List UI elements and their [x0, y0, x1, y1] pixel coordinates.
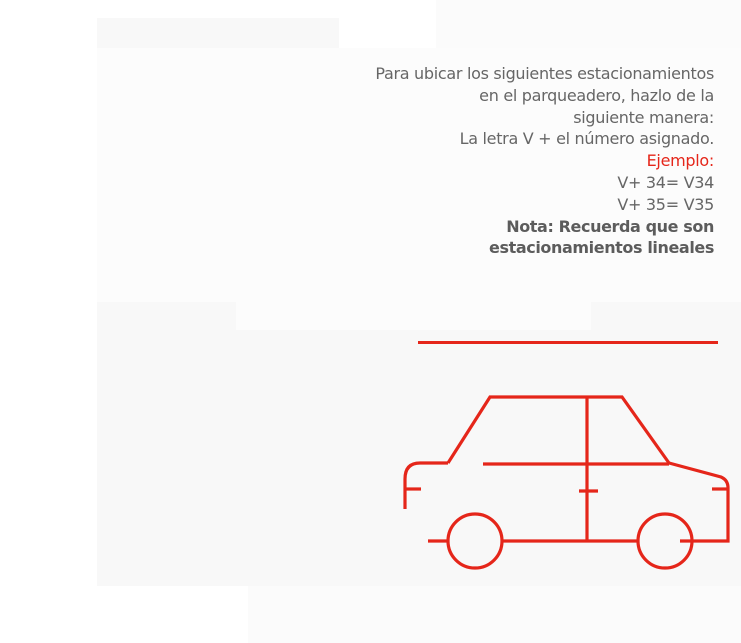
car-icon — [403, 395, 730, 570]
note-line: estacionamientos lineales — [489, 238, 714, 258]
instruction-line: en el parqueadero, hazlo de la — [479, 85, 714, 105]
background-panel — [236, 302, 591, 330]
instruction-line: siguiente manera: — [573, 107, 714, 127]
instruction-line: La letra V + el número asignado. — [459, 129, 715, 149]
example-line: V+ 34= V34 — [617, 172, 714, 192]
example-line: V+ 35= V35 — [617, 194, 714, 214]
background-panel — [436, 0, 741, 48]
parking-instructions: Para ubicar los siguientes estacionamien… — [274, 63, 714, 259]
note-line: Nota: Recuerda que son — [506, 216, 714, 236]
background-panel — [248, 586, 741, 643]
instruction-line: Para ubicar los siguientes estacionamien… — [375, 64, 714, 83]
instruction-card: Para ubicar los siguientes estacionamien… — [0, 0, 741, 643]
example-label: Ejemplo: — [646, 151, 715, 171]
divider-line — [418, 341, 718, 344]
background-panel — [97, 18, 339, 50]
